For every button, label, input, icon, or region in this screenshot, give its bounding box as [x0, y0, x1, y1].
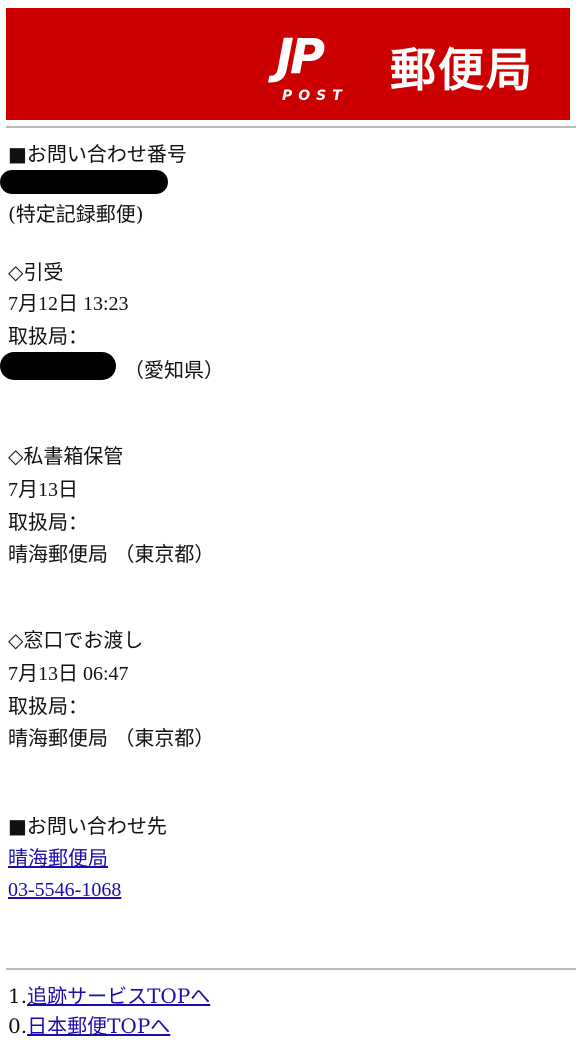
service-type: (特定記録郵便) — [8, 202, 144, 226]
footer-link-row: 1.追跡サービスTOPへ — [8, 982, 210, 1010]
divider-bottom — [6, 968, 576, 970]
logo-post-text: POST — [282, 88, 348, 104]
footer-link-prefix: 0. — [8, 1014, 28, 1038]
contact-heading: ■お問い合わせ先 — [8, 814, 167, 838]
footer-link-prefix: 1. — [8, 984, 28, 1008]
footer-link-row: 0.日本郵便TOPへ — [8, 1012, 170, 1040]
divider-top — [6, 126, 576, 128]
event-title: ◇窓口でお渡し — [8, 628, 144, 652]
event-office: 晴海郵便局 （東京都） — [8, 542, 215, 566]
japanpost-top-link[interactable]: 日本郵便TOPへ — [27, 1014, 170, 1038]
event-datetime: 7月13日 06:47 — [8, 663, 129, 685]
event-title: ◇私書箱保管 — [8, 444, 124, 468]
header-banner: JP POST 郵便局 — [6, 8, 570, 120]
tracking-top-link[interactable]: 追跡サービスTOPへ — [27, 984, 210, 1008]
event-office-label: 取扱局： — [8, 694, 88, 718]
event-office-label: 取扱局： — [8, 324, 88, 348]
event-office-label: 取扱局： — [8, 510, 88, 534]
event-office: （愛知県） — [124, 358, 224, 382]
event-datetime: 7月13日 — [8, 479, 78, 501]
inquiry-heading: ■お問い合わせ番号 — [8, 142, 187, 166]
redacted-tracking-number — [0, 170, 168, 194]
contact-office-link[interactable]: 晴海郵便局 — [8, 846, 108, 870]
event-office: 晴海郵便局 （東京都） — [8, 726, 215, 750]
redacted-office-name — [0, 352, 116, 380]
event-datetime: 7月12日 13:23 — [8, 293, 129, 315]
logo-jp-text: JP — [276, 29, 325, 85]
contact-phone-link[interactable]: 03-5546-1068 — [8, 879, 121, 901]
jp-post-logo: JP POST — [276, 30, 366, 108]
brand-title: 郵便局 — [390, 43, 534, 97]
event-title: ◇引受 — [8, 260, 64, 284]
